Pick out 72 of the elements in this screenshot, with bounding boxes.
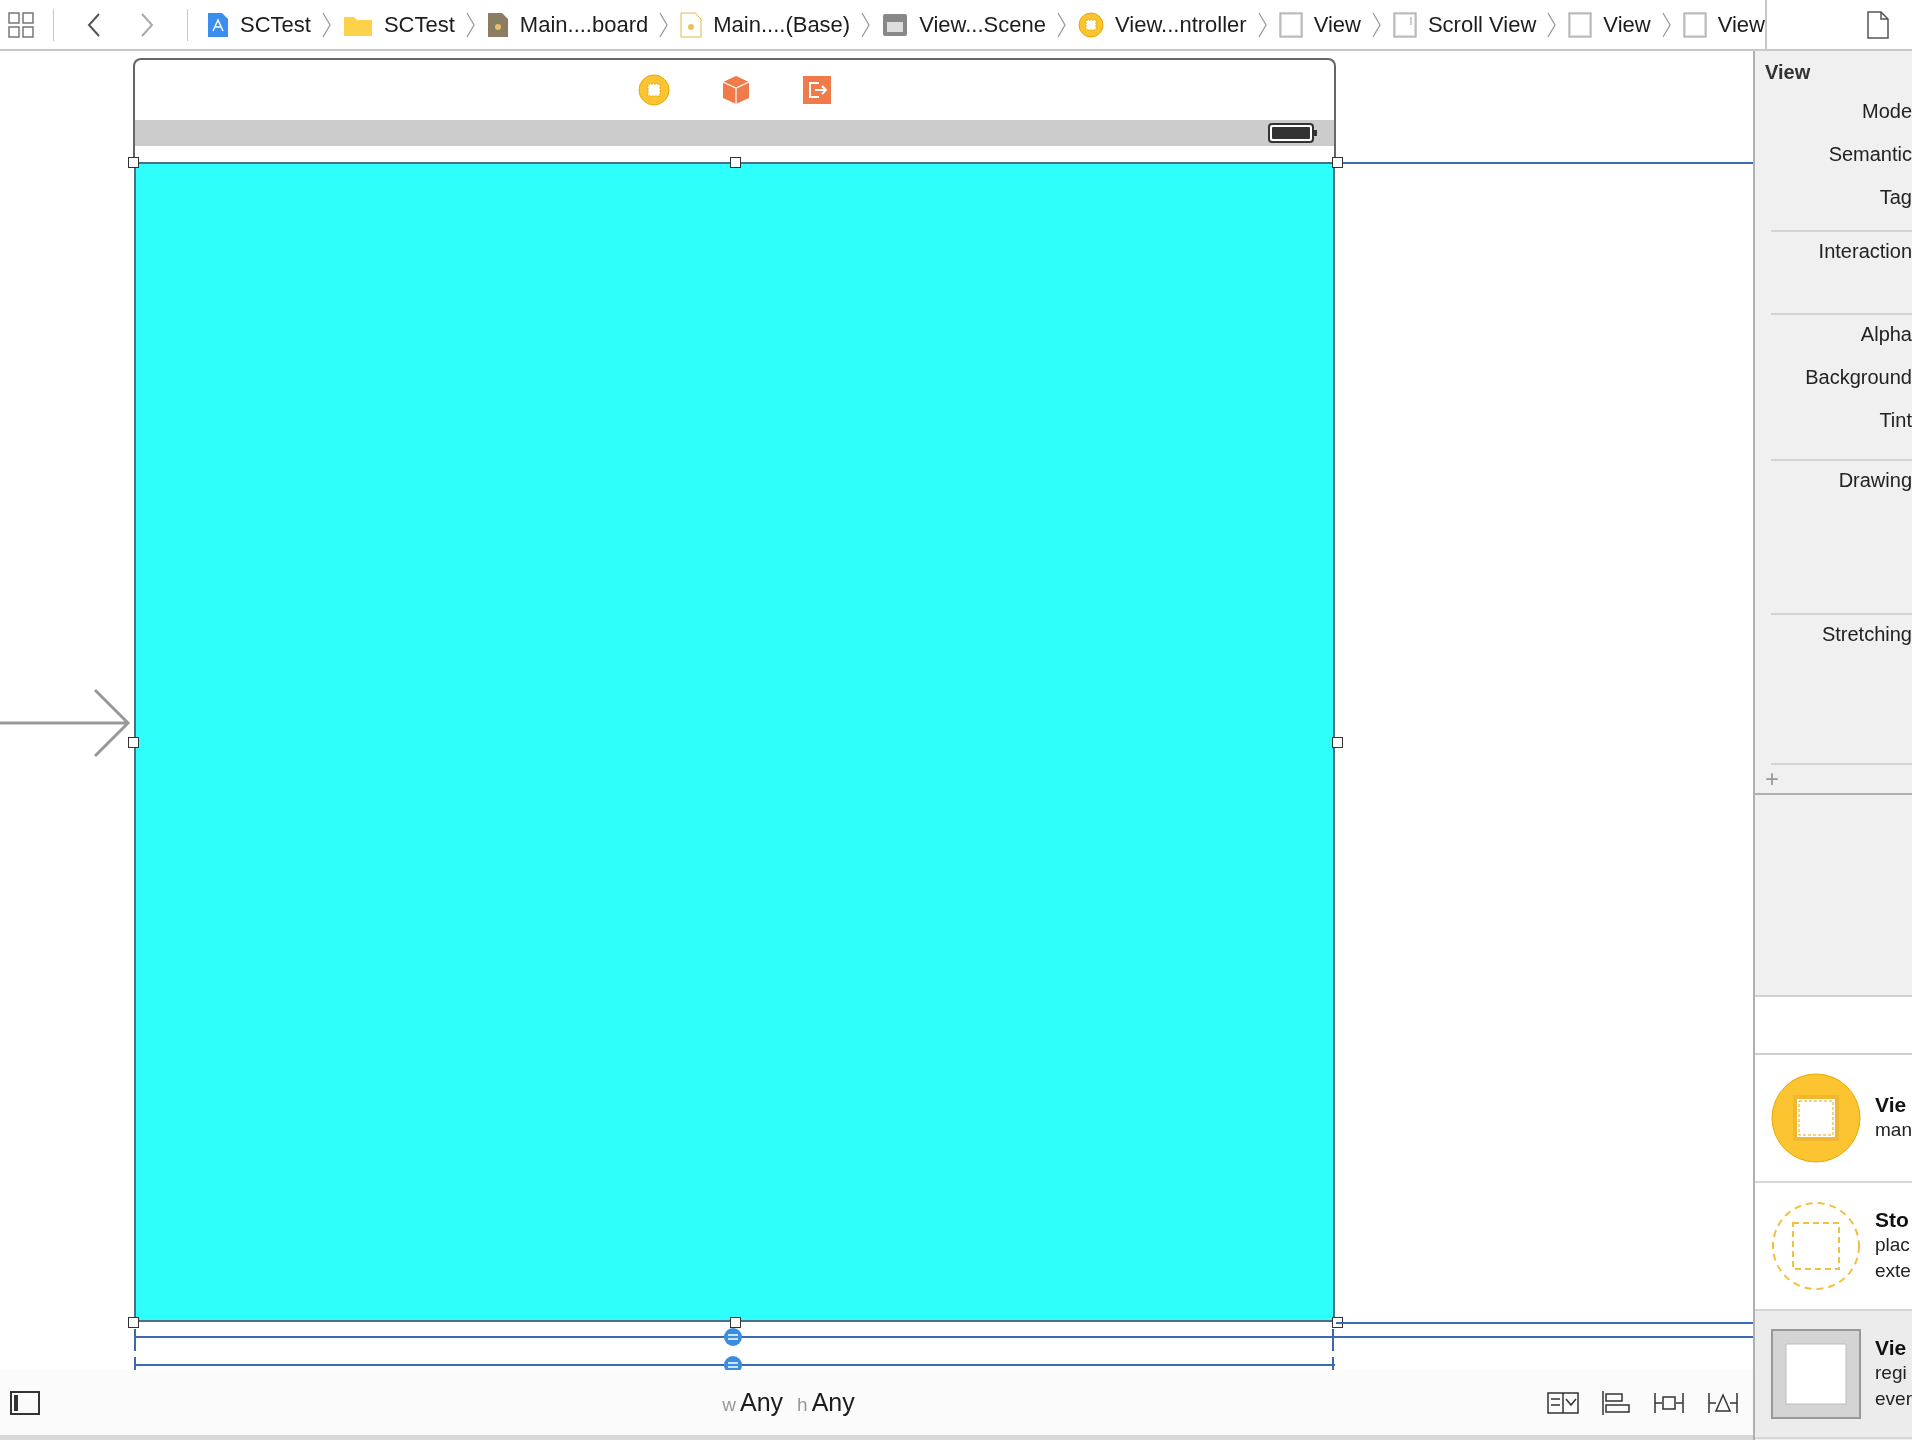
breadcrumb-item[interactable]: Main....(Base)	[713, 11, 851, 38]
resize-handle[interactable]	[128, 737, 139, 748]
chevron-icon	[861, 11, 872, 38]
item-title: Vie	[1875, 1093, 1908, 1117]
library-item[interactable]: Sto plac exte	[1755, 1183, 1912, 1311]
item-description: regi	[1875, 1361, 1908, 1385]
chevron-icon	[465, 11, 476, 38]
chevron-icon	[659, 11, 670, 38]
view-controller-icon	[1771, 1073, 1861, 1163]
item-description: ever	[1875, 1387, 1912, 1411]
breadcrumb-item[interactable]: SCTest	[240, 11, 311, 38]
breadcrumb-item[interactable]: Scroll View	[1427, 11, 1537, 38]
file-icon	[680, 11, 703, 38]
align-icon[interactable]	[1601, 1389, 1631, 1416]
chevron-icon	[321, 11, 332, 38]
resize-handle[interactable]	[1332, 737, 1343, 748]
sidebar-toggle-icon[interactable]	[10, 1390, 40, 1415]
breadcrumb-item[interactable]: Main....board	[519, 11, 649, 38]
property-label: Mode	[1861, 100, 1912, 123]
resize-handle[interactable]	[1332, 1317, 1343, 1328]
breadcrumb-item[interactable]: View	[1603, 11, 1651, 38]
breadcrumb-item[interactable]: View...Scene	[919, 11, 1046, 38]
section-title: View	[1764, 60, 1812, 85]
storyboard-reference-icon	[1771, 1201, 1861, 1291]
breadcrumb-item[interactable]: View...ntroller	[1115, 11, 1247, 38]
resize-handle[interactable]	[1332, 157, 1343, 168]
property-label: Interaction	[1818, 240, 1912, 263]
chevron-icon	[1661, 11, 1672, 38]
chevron-icon	[1057, 11, 1067, 38]
width-class-value[interactable]: Any	[740, 1388, 784, 1417]
related-items-icon[interactable]	[8, 11, 34, 38]
scene-icon	[882, 12, 909, 37]
app-icon	[207, 11, 229, 38]
property-label: Drawing	[1838, 469, 1912, 492]
resize-handle[interactable]	[730, 157, 741, 168]
controller-icon	[1078, 11, 1104, 38]
height-class-label: h	[797, 1394, 808, 1416]
chevron-icon	[1257, 11, 1268, 38]
view-icon	[1568, 11, 1593, 38]
property-label: Tint	[1879, 409, 1912, 432]
item-title: Vie	[1875, 1336, 1908, 1360]
chevron-icon	[1371, 11, 1382, 38]
property-label: Semantic	[1828, 143, 1912, 166]
resize-handle[interactable]	[128, 1317, 139, 1328]
property-label: Alpha	[1860, 323, 1912, 346]
view-icon	[1771, 1329, 1861, 1419]
library-item[interactable]: Vie regi ever	[1755, 1311, 1912, 1439]
chevron-icon	[1547, 11, 1558, 38]
height-class-value[interactable]: Any	[811, 1388, 855, 1417]
property-label: Tag	[1879, 186, 1912, 209]
property-label: Background	[1805, 366, 1912, 389]
embed-stack-icon[interactable]	[1547, 1389, 1579, 1416]
library-item[interactable]: Vie man	[1755, 1055, 1912, 1183]
view-icon	[1682, 11, 1707, 38]
breadcrumb-item[interactable]: View	[1313, 11, 1361, 38]
file-inspector-icon[interactable]	[1866, 10, 1889, 39]
back-icon[interactable]	[87, 11, 101, 38]
exit-icon[interactable]	[801, 75, 832, 105]
resize-handle[interactable]	[128, 157, 139, 168]
width-class-label: w	[722, 1394, 736, 1416]
item-description: exte	[1875, 1259, 1911, 1283]
breadcrumb-item[interactable]: SCTest	[383, 11, 455, 38]
resize-handle[interactable]	[730, 1317, 741, 1328]
property-label: Stretching	[1821, 623, 1912, 646]
item-title: Sto	[1875, 1208, 1910, 1232]
storyboard-icon	[486, 11, 509, 38]
breadcrumb-item[interactable]: View	[1717, 11, 1765, 38]
item-description: man	[1875, 1118, 1912, 1142]
item-description: plac	[1875, 1233, 1911, 1257]
scroll-view-icon	[1392, 11, 1417, 38]
view-icon	[1278, 11, 1303, 38]
battery-icon	[1268, 123, 1318, 143]
